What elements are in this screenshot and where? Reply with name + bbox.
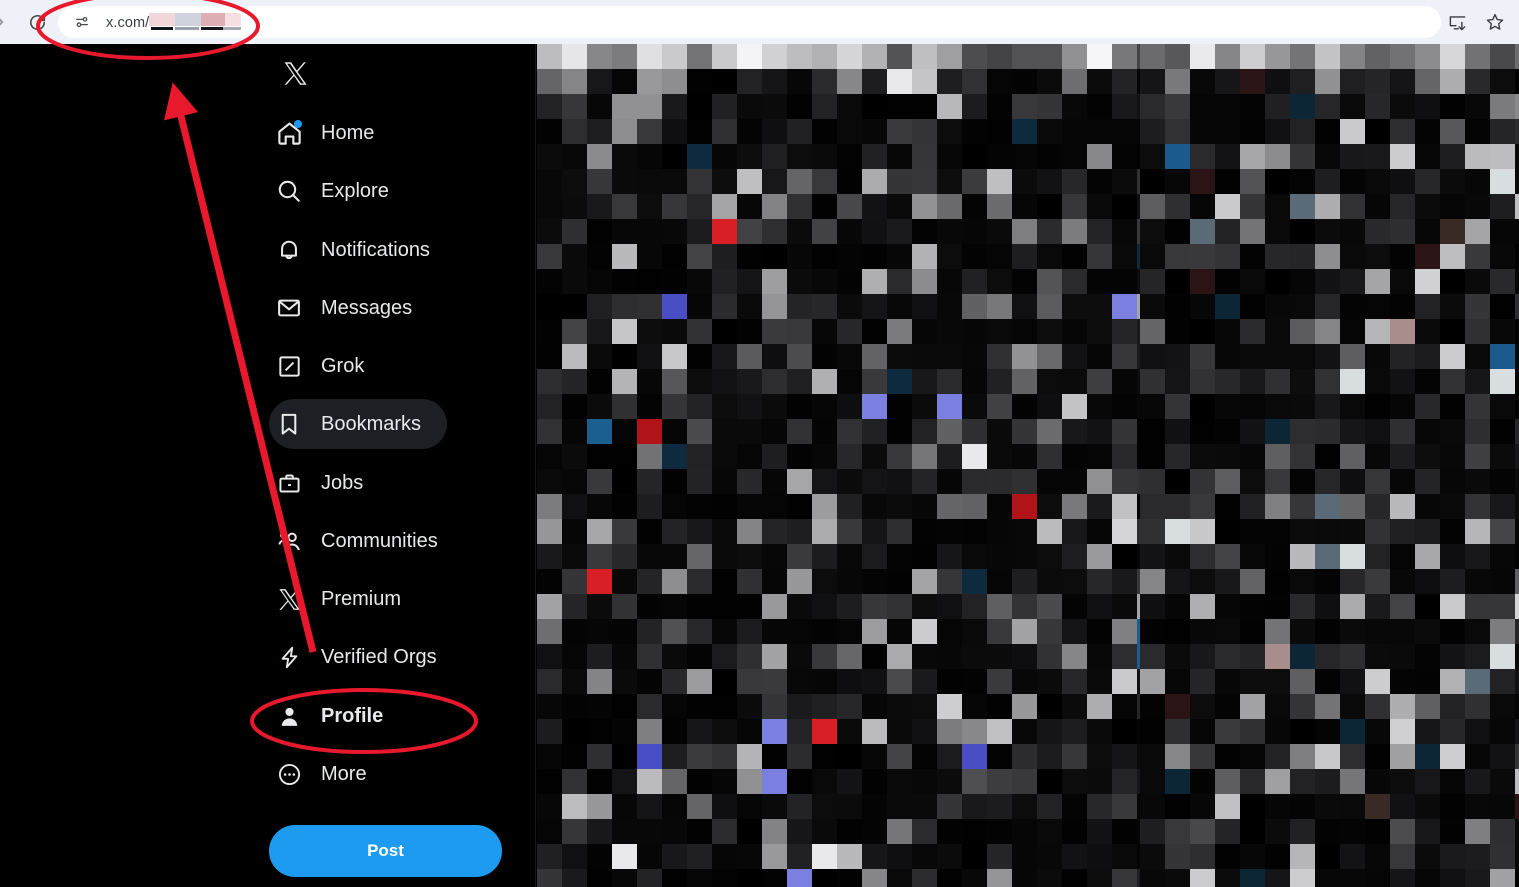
page-body: Home Explore Notifications Messages Grok… — [0, 44, 1519, 887]
pixelated-content — [537, 44, 1140, 887]
x-logo-icon[interactable] — [276, 54, 314, 92]
communities-icon — [275, 527, 303, 555]
sidebar-item-verified-orgs[interactable]: Verified Orgs — [269, 632, 455, 682]
sidebar-item-label: Grok — [321, 355, 365, 377]
more-circle-icon — [275, 760, 303, 788]
sidebar-item-home[interactable]: Home — [269, 108, 392, 158]
briefcase-icon — [275, 469, 303, 497]
home-icon — [275, 119, 303, 147]
sidebar-item-jobs[interactable]: Jobs — [269, 458, 381, 508]
home-unread-badge — [294, 120, 302, 128]
person-icon — [275, 702, 303, 730]
lightning-icon — [275, 643, 303, 671]
sidebar-item-more[interactable]: More — [269, 749, 385, 799]
bookmark-star-icon[interactable] — [1485, 12, 1505, 32]
url-text: x.com/ — [106, 13, 242, 31]
url-redacted-block — [149, 13, 242, 30]
right-sidebar-column-redacted — [1140, 44, 1519, 887]
install-app-icon[interactable] — [1448, 13, 1467, 32]
pixelated-content — [1140, 44, 1519, 887]
sidebar-item-label: Verified Orgs — [321, 646, 437, 668]
reload-icon[interactable] — [22, 7, 52, 37]
sidebar-item-messages[interactable]: Messages — [269, 283, 430, 333]
sidebar-item-profile[interactable]: Profile — [269, 691, 401, 741]
sidebar-item-label: Communities — [321, 530, 438, 552]
sidebar-item-label: Messages — [321, 297, 413, 319]
sidebar-item-label: Notifications — [321, 239, 430, 261]
sidebar-item-label: Premium — [321, 588, 402, 610]
sidebar-item-label: Explore — [321, 180, 389, 202]
bell-icon — [275, 236, 303, 264]
address-bar[interactable]: x.com/ — [58, 6, 1441, 38]
browser-actions — [1448, 0, 1505, 44]
url-domain: x.com/ — [106, 15, 150, 31]
sidebar-item-label: Profile — [321, 705, 384, 727]
primary-navigation-sidebar: Home Explore Notifications Messages Grok… — [0, 44, 536, 887]
sidebar-item-premium[interactable]: Premium — [269, 574, 419, 624]
envelope-icon — [275, 294, 303, 322]
sidebar-item-grok[interactable]: Grok — [269, 341, 382, 391]
sidebar-item-label: Jobs — [321, 472, 364, 494]
timeline-column-redacted — [537, 44, 1140, 887]
sidebar-item-bookmarks[interactable]: Bookmarks — [269, 399, 448, 449]
sidebar-item-label: More — [321, 763, 367, 785]
post-button[interactable]: Post — [269, 825, 502, 877]
sidebar-item-label: Bookmarks — [321, 413, 422, 435]
sidebar-item-communities[interactable]: Communities — [269, 516, 456, 566]
grok-icon — [275, 352, 303, 380]
sidebar-item-label: Home — [321, 122, 375, 144]
bookmark-icon — [275, 410, 303, 438]
screenshot-root: x.com/ Home Explore Notifications Messag… — [0, 0, 1519, 887]
browser-toolbar: x.com/ — [0, 0, 1519, 44]
x-icon — [275, 585, 303, 613]
site-settings-icon[interactable] — [70, 10, 94, 34]
sidebar-item-explore[interactable]: Explore — [269, 166, 407, 216]
forward-arrow-icon[interactable] — [0, 7, 14, 37]
search-icon — [275, 177, 303, 205]
sidebar-item-notifications[interactable]: Notifications — [269, 225, 448, 275]
